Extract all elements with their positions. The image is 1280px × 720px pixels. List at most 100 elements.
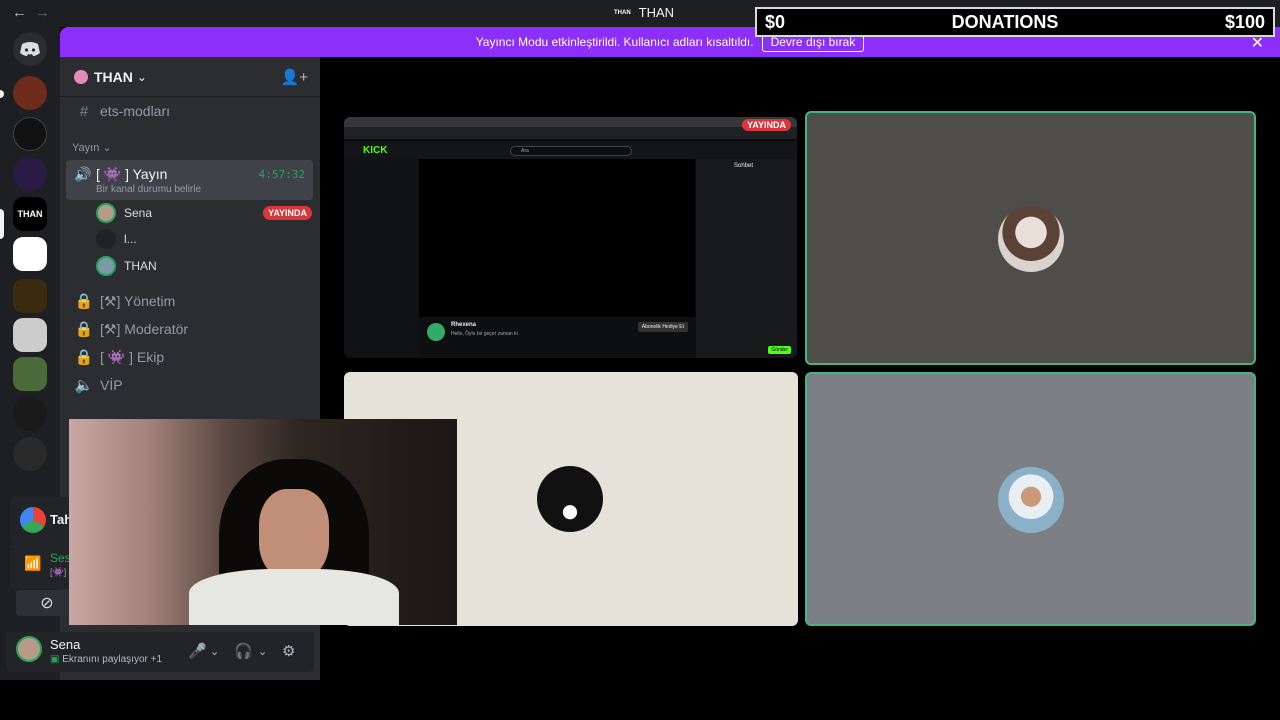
guild-draxul-icon[interactable]	[13, 157, 47, 191]
kick-send-button: Gönder	[768, 346, 791, 354]
avatar	[96, 203, 116, 223]
avatar	[96, 256, 116, 276]
voice-connected-sub: [👾]	[50, 567, 67, 577]
kick-sidebar	[344, 159, 419, 358]
guild-than-icon[interactable]: THAN	[13, 197, 47, 231]
browser-address-bar	[344, 127, 797, 139]
guild-roblox-icon[interactable]	[13, 437, 47, 471]
guild-bolt-icon[interactable]	[13, 117, 47, 151]
person-face	[259, 489, 329, 579]
channel-moderator[interactable]: 🔒 [⚒] Moderatör	[68, 317, 312, 341]
window-title-text: THAN	[638, 5, 675, 20]
hashtag-icon: #	[79, 102, 89, 120]
kick-stream-info: Rhexena Hello, Öyle bir geçer zaman ki A…	[419, 317, 696, 358]
voice-channel-yayin[interactable]: 🔊 [ 👾 ] Yayın Bir kanal durumu belirle 4…	[66, 160, 313, 200]
microphone-icon[interactable]: 🎤	[188, 642, 207, 660]
live-badge: YAYINDA	[263, 206, 312, 220]
server-mini-logo: THAN	[614, 9, 631, 16]
speaker-icon: 🔊	[74, 166, 92, 182]
unread-pip	[0, 90, 4, 98]
kick-subscribe-button: Abonelik Hediye Et	[637, 322, 688, 332]
live-badge: YAYINDA	[742, 119, 791, 131]
webcam-overlay	[69, 419, 457, 625]
settings-gear-icon[interactable]: ⚙	[282, 642, 295, 660]
mic-options-chevron-icon[interactable]: ⌄	[210, 645, 219, 658]
kick-chat-header: Sohbet	[734, 163, 754, 169]
avatar	[96, 229, 116, 249]
kick-logo: KICK	[363, 145, 388, 156]
channel-label: [⚒] Yönetim	[100, 292, 176, 309]
user-panel: Sena ▣ Ekranını paylaşıyor +1 🎤 ⌄ 🎧 ⌄ ⚙	[6, 632, 314, 672]
screen-share-icon: ▣	[50, 654, 60, 665]
user-status-text: Ekranını paylaşıyor +1	[62, 654, 163, 665]
guild-ai-icon[interactable]	[13, 237, 47, 271]
avatar[interactable]	[16, 636, 42, 662]
kick-stream-title: Hello, Öyle bir geçer zaman ki	[451, 331, 518, 337]
kick-search-placeholder: Ara	[521, 148, 529, 154]
server-avatar-icon	[74, 69, 88, 84]
headphones-icon[interactable]: 🎧	[234, 642, 253, 660]
kick-search: Ara	[510, 146, 632, 156]
voice-channel-status[interactable]: Bir kanal durumu belirle	[96, 184, 201, 195]
server-name: THAN	[94, 68, 133, 85]
category-yayin[interactable]: Yayın ⌄	[72, 141, 112, 154]
kick-streamer-name: Rhexena	[451, 322, 477, 328]
donation-goal: $100	[1224, 11, 1265, 32]
member-name: l...	[124, 232, 137, 246]
channel-yonetim[interactable]: 🔒 [⚒] Yönetim	[68, 289, 312, 313]
user-name: Sena	[50, 637, 81, 652]
selected-pip	[0, 209, 4, 239]
window-title: THAN THAN	[614, 5, 674, 20]
lock-icon: 🔒	[74, 321, 94, 338]
donation-current: $0	[765, 11, 786, 32]
voice-member-than[interactable]: THAN	[96, 255, 157, 277]
user-status: ▣ Ekranını paylaşıyor +1	[50, 654, 162, 665]
avatar	[998, 467, 1064, 533]
chevron-down-icon: ⌄	[136, 69, 147, 84]
voice-timer: 4:57:32	[258, 168, 305, 181]
avatar	[537, 466, 603, 532]
screen-share-tile[interactable]: KICK Ara Sohbet Gönder Rhexena Hello, Öy…	[344, 117, 797, 358]
discord-home-icon[interactable]	[13, 32, 47, 66]
member-name: THAN	[124, 259, 157, 273]
kick-chat: Sohbet Gönder	[696, 159, 797, 358]
kick-video-area	[419, 159, 695, 317]
channel-ekip[interactable]: 🔒 [ 👾 ] Ekip	[68, 345, 312, 369]
chrome-icon	[20, 507, 46, 533]
voice-channel-label: [ 👾 ] Yayın	[96, 166, 168, 182]
back-arrow-icon[interactable]: ←	[12, 4, 35, 21]
donation-title: DONATIONS	[951, 11, 1059, 32]
guild-gamer-icon[interactable]	[13, 318, 47, 352]
lock-icon: 🔒	[74, 293, 94, 310]
category-label: Yayın	[72, 142, 100, 154]
channel-label: ets-modları	[100, 103, 171, 119]
voice-connected-label: Ses	[50, 551, 71, 565]
participant-tile-1[interactable]	[805, 111, 1256, 365]
lock-icon: 🔒	[74, 349, 94, 366]
channel-label: VİP	[100, 377, 123, 393]
member-name: Sena	[124, 206, 153, 220]
avatar	[998, 206, 1064, 272]
streamer-avatar	[427, 323, 445, 341]
server-header[interactable]: THAN ⌄ 👤+	[60, 57, 320, 97]
invite-people-icon[interactable]: 👤+	[281, 68, 308, 86]
guild-valorant-icon[interactable]	[13, 397, 47, 431]
voice-member-sena[interactable]: Sena YAYINDA	[96, 202, 312, 224]
nav-buttons: ←→	[12, 4, 58, 21]
person-sweater	[189, 569, 399, 625]
audio-options-chevron-icon[interactable]: ⌄	[258, 645, 267, 658]
guild-pixel-icon[interactable]	[13, 357, 47, 391]
channel-label: [⚒] Moderatör	[100, 320, 189, 337]
signal-icon: 📶	[24, 555, 42, 571]
voice-member-l[interactable]: l...	[96, 228, 137, 250]
banner-message: Yayıncı Modu etkinleştirildi. Kullanıcı …	[475, 35, 754, 49]
channel-vip[interactable]: 🔈 VİP	[68, 373, 312, 397]
participant-tile-3[interactable]	[805, 372, 1256, 626]
guild-vs-icon[interactable]	[13, 279, 47, 313]
channel-ets-modlari[interactable]: # ets-modları	[68, 99, 312, 123]
guild-pumpkins-icon[interactable]	[13, 76, 47, 110]
channel-label: [ 👾 ] Ekip	[100, 348, 165, 365]
donations-overlay: $0 DONATIONS $100	[755, 7, 1275, 37]
forward-arrow-icon[interactable]: →	[35, 4, 58, 21]
speaker-icon: 🔈	[74, 377, 94, 394]
